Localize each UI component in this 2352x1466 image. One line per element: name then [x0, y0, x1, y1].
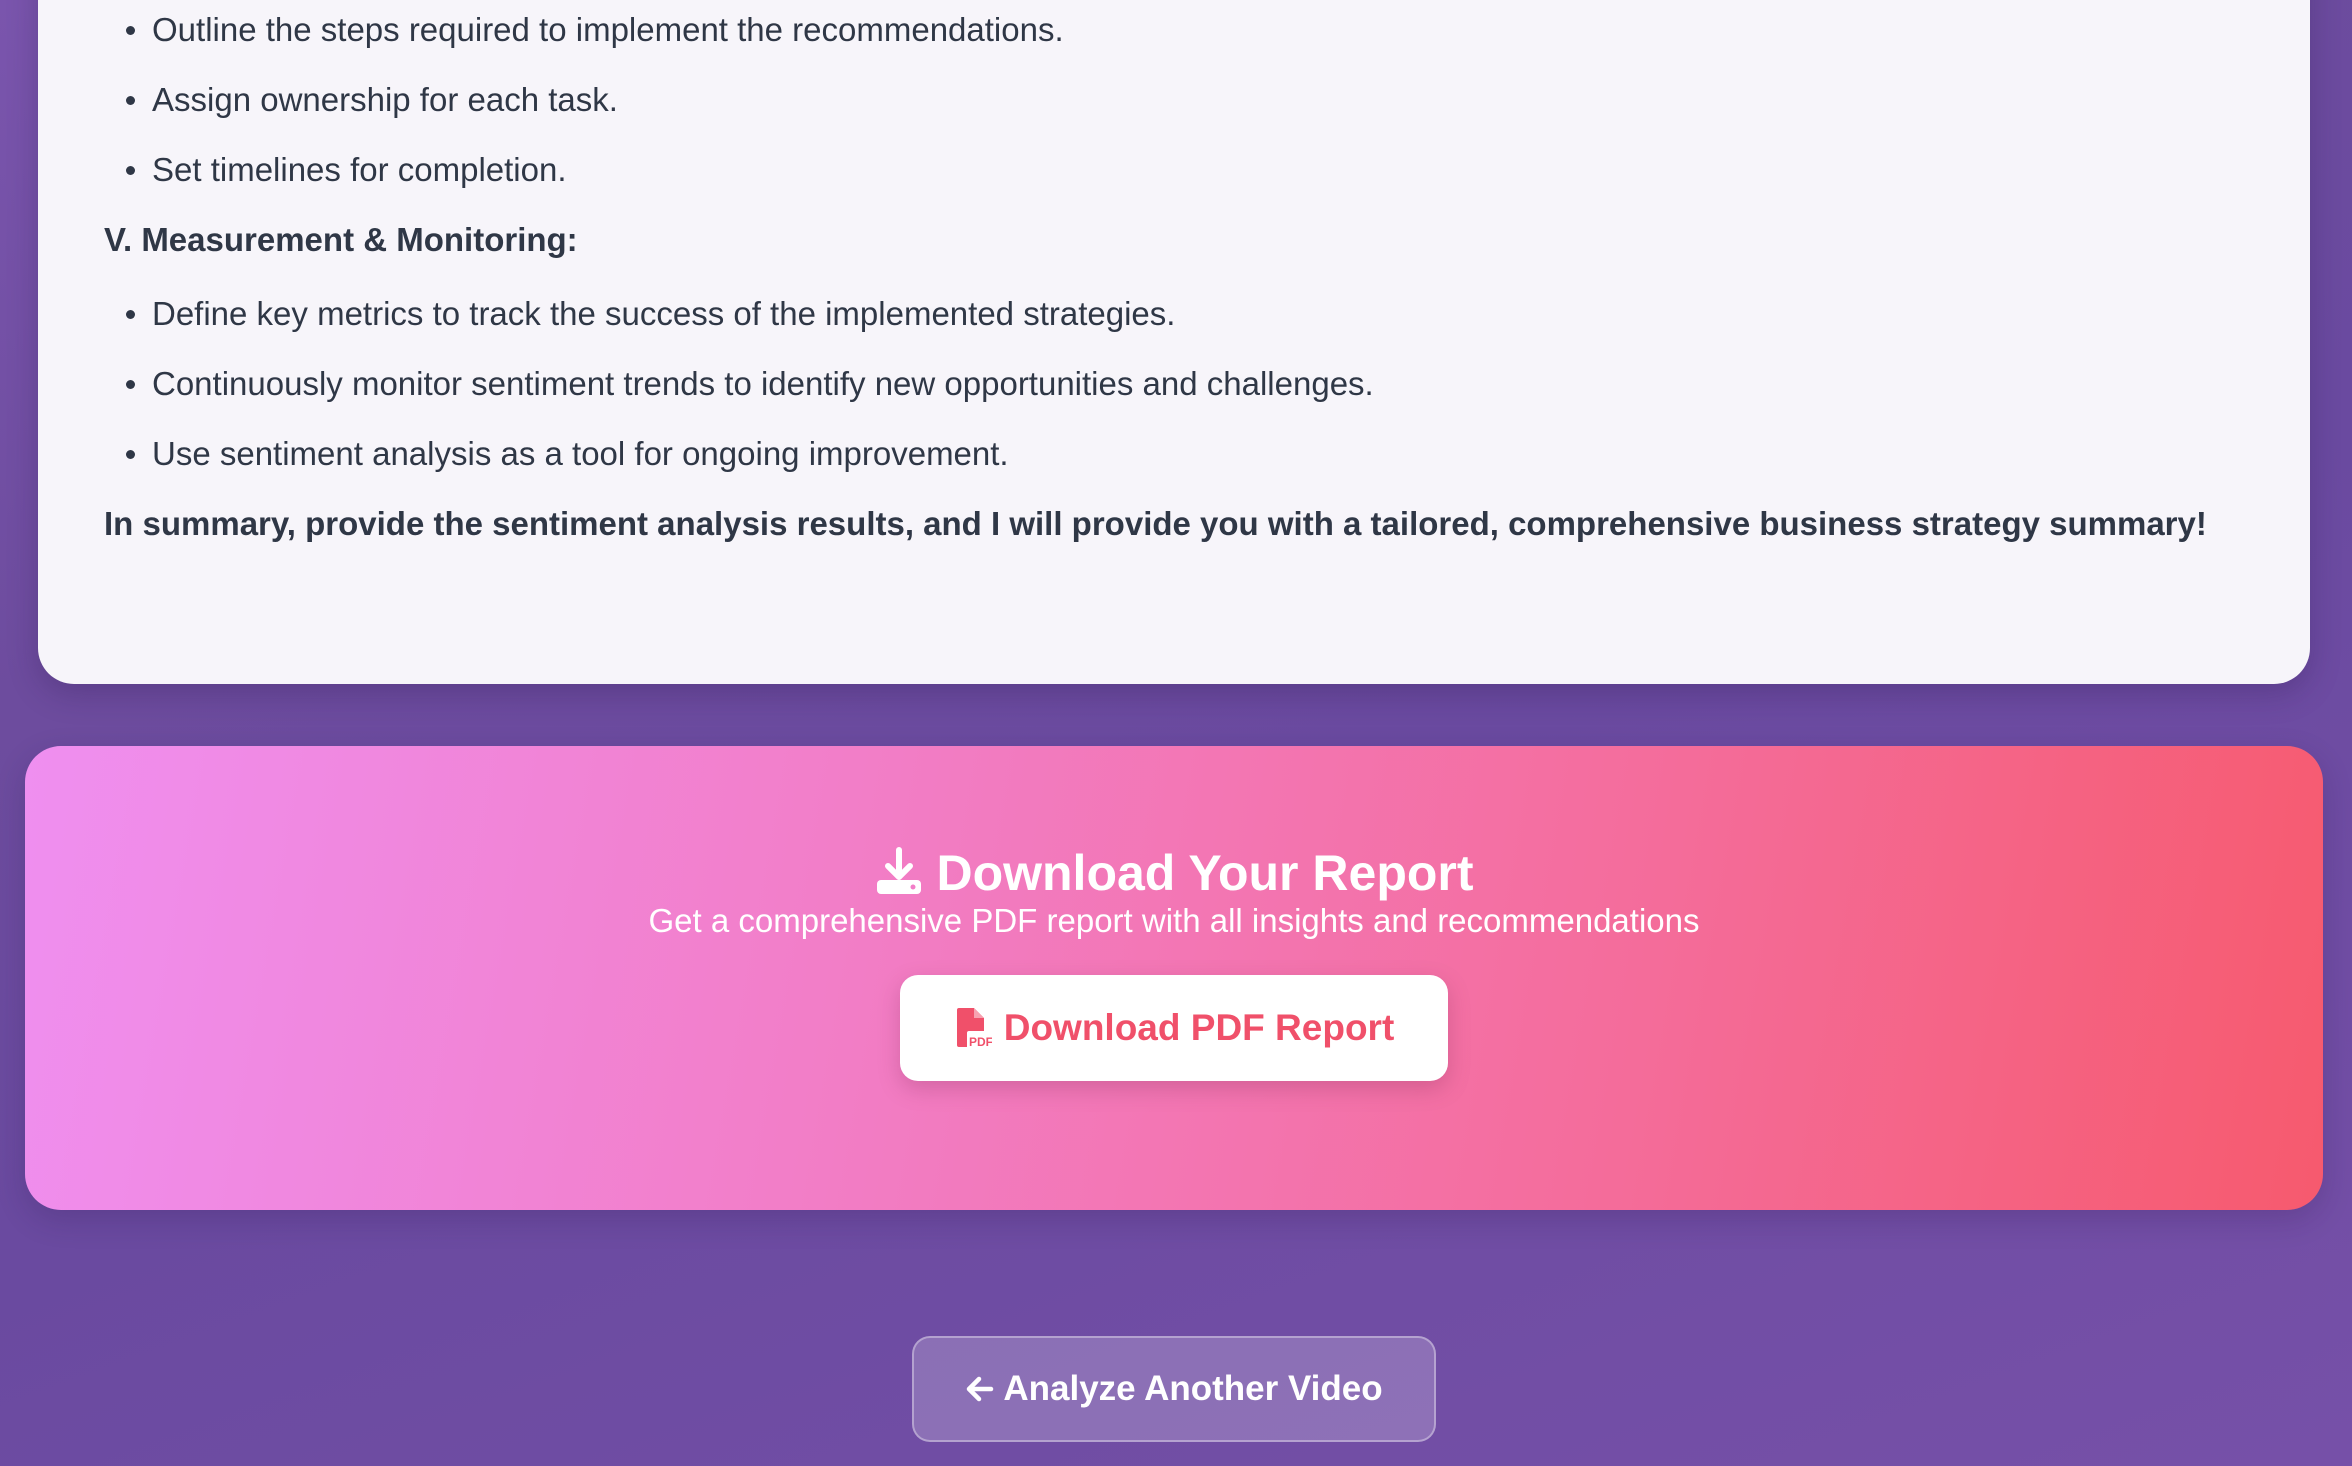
list-item: Set timelines for completion.: [126, 150, 2244, 190]
analyze-another-video-button[interactable]: Analyze Another Video: [912, 1336, 1436, 1442]
list-item-text: Assign ownership for each task.: [152, 81, 618, 118]
svg-text:PDF: PDF: [969, 1035, 992, 1049]
list-item-text: Continuously monitor sentiment trends to…: [152, 365, 1374, 402]
list-item: Outline the steps required to implement …: [126, 10, 2244, 50]
analyze-another-video-label: Analyze Another Video: [1003, 1369, 1383, 1408]
list-item: Define key metrics to track the success …: [126, 294, 2244, 334]
arrow-left-icon: [967, 1376, 994, 1402]
download-title: Download Your Report: [25, 843, 2323, 903]
implementation-list: Outline the steps required to implement …: [104, 10, 2244, 190]
bullet-icon: [126, 450, 135, 459]
download-panel: Download Your Report Get a comprehensive…: [25, 746, 2323, 1210]
bullet-icon: [126, 166, 135, 175]
pdf-file-icon: PDF: [956, 1008, 992, 1049]
download-pdf-label: Download PDF Report: [1003, 1007, 1395, 1048]
measurement-list: Define key metrics to track the success …: [104, 294, 2244, 474]
download-subtitle: Get a comprehensive PDF report with all …: [648, 902, 1700, 939]
download-icon: [877, 847, 922, 894]
list-item-text: Set timelines for completion.: [152, 151, 567, 188]
bullet-icon: [126, 310, 135, 319]
list-item-text: Define key metrics to track the success …: [152, 295, 1176, 332]
download-pdf-button[interactable]: PDF Download PDF Report: [900, 975, 1448, 1081]
list-item-text: Outline the steps required to implement …: [152, 11, 1064, 48]
list-item: Use sentiment analysis as a tool for ong…: [126, 434, 2244, 474]
list-item: Assign ownership for each task.: [126, 80, 2244, 120]
measurement-heading: V. Measurement & Monitoring:: [104, 221, 578, 258]
summary-text: In summary, provide the sentiment analys…: [104, 505, 2207, 542]
list-item: Continuously monitor sentiment trends to…: [126, 364, 2244, 404]
bullet-icon: [126, 26, 135, 35]
strategy-card: Outline the steps required to implement …: [38, 0, 2310, 684]
bullet-icon: [126, 380, 135, 389]
list-item-text: Use sentiment analysis as a tool for ong…: [152, 435, 1009, 472]
download-title-text: Download Your Report: [936, 845, 1474, 901]
bullet-icon: [126, 96, 135, 105]
